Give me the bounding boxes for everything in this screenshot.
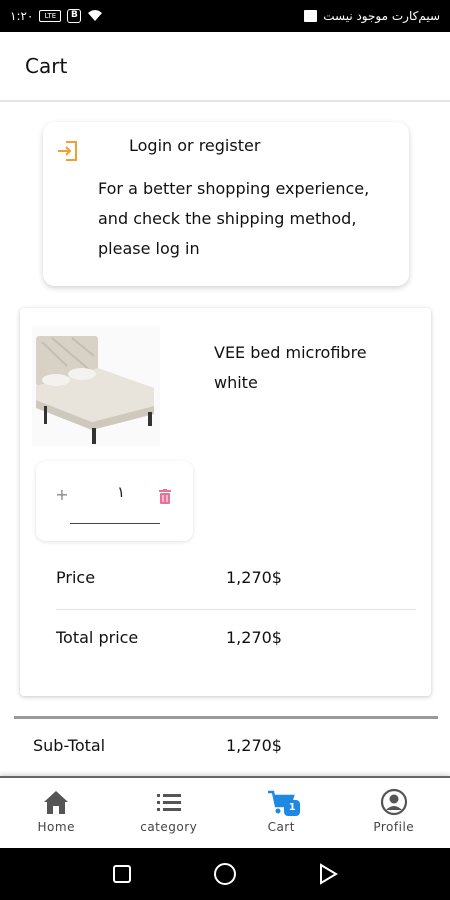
nav-label-profile: Profile xyxy=(373,820,415,834)
price-label: Price xyxy=(56,568,96,587)
nav-label-home: Home xyxy=(37,820,75,834)
carrier-label: سیم‌کارت موجود نیست xyxy=(323,9,440,23)
profile-icon xyxy=(379,788,409,816)
nav-item-category[interactable]: category xyxy=(113,778,226,848)
wifi-icon xyxy=(87,8,103,25)
quantity-underline xyxy=(70,523,160,524)
nav-label-category: category xyxy=(140,820,198,834)
notification-b-icon: B xyxy=(67,9,82,23)
trash-icon[interactable] xyxy=(158,489,172,505)
cart-count-badge: 1 xyxy=(284,800,301,816)
back-triangle-icon[interactable] xyxy=(313,859,343,889)
nav-item-cart[interactable]: 1 Cart xyxy=(225,778,338,848)
subtotal-value: 1,270$ xyxy=(226,736,282,755)
home-circle-icon[interactable] xyxy=(210,859,240,889)
nav-item-home[interactable]: Home xyxy=(0,778,113,848)
total-price-value: 1,270$ xyxy=(226,628,282,647)
recent-apps-icon[interactable] xyxy=(107,859,137,889)
login-icon[interactable] xyxy=(55,138,81,164)
bottom-navigation: Home category 1 Cart Profile xyxy=(0,776,450,848)
login-card[interactable]: Login or register For a better shopping … xyxy=(43,122,409,286)
quantity-value[interactable]: ۱ xyxy=(106,483,136,501)
divider xyxy=(56,609,416,610)
cart-item-card: VEE bed microfibre white + ۱ Price 1,270… xyxy=(20,308,431,696)
product-name[interactable]: VEE bed microfibre white xyxy=(214,338,414,398)
image-icon xyxy=(304,10,318,22)
cart-icon: 1 xyxy=(266,788,301,816)
login-description: For a better shopping experience, and ch… xyxy=(98,179,370,258)
page-title: Cart xyxy=(25,54,68,78)
list-icon xyxy=(154,788,184,816)
status-bar: ۱:۲۰ LTE B سیم‌کارت موجود نیست xyxy=(0,0,450,32)
total-price-label: Total price xyxy=(56,628,139,647)
signal-icon: LTE xyxy=(39,10,62,22)
login-title[interactable]: Login or register xyxy=(129,136,260,155)
app-header: Cart xyxy=(0,32,450,102)
nav-item-profile[interactable]: Profile xyxy=(338,778,450,848)
price-value: 1,270$ xyxy=(226,568,282,587)
home-icon xyxy=(41,788,71,816)
quantity-stepper: + ۱ xyxy=(36,461,193,541)
product-image[interactable] xyxy=(32,326,160,446)
subtotal-label: Sub-Total xyxy=(33,736,106,755)
summary-divider xyxy=(14,716,438,719)
status-bar-left: ۱:۲۰ LTE B xyxy=(10,8,103,25)
increase-quantity-button[interactable]: + xyxy=(52,485,72,509)
clock: ۱:۲۰ xyxy=(10,9,34,23)
system-navigation-bar xyxy=(0,848,450,900)
nav-label-cart: Cart xyxy=(267,820,295,834)
status-bar-right: سیم‌کارت موجود نیست xyxy=(304,9,440,23)
bed-illustration xyxy=(36,336,154,444)
